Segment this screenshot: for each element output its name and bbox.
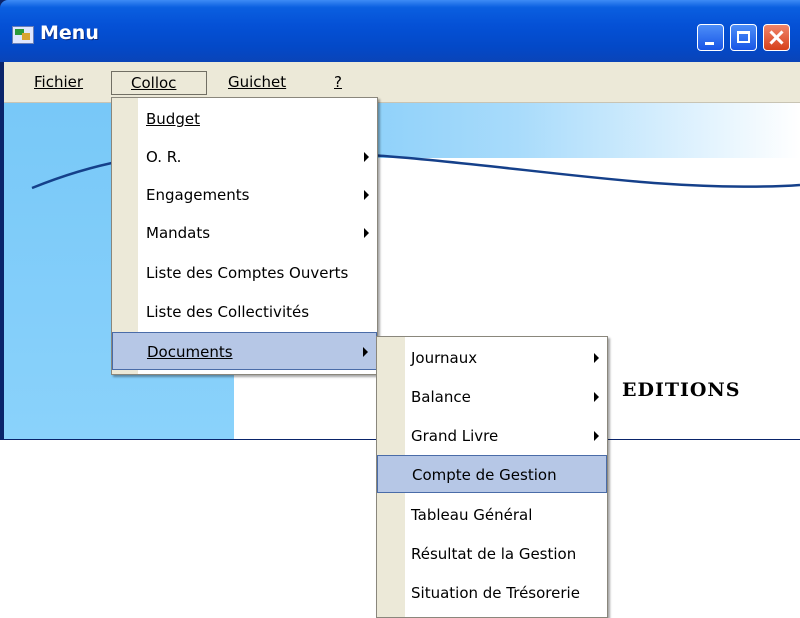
- menu-item-mandats[interactable]: Mandats: [112, 214, 377, 252]
- close-button[interactable]: [763, 24, 790, 51]
- menu-item-journaux[interactable]: Journaux: [377, 339, 607, 377]
- menu-item-label: Grand Livre: [411, 427, 499, 445]
- app-icon[interactable]: [12, 26, 34, 44]
- menu-item-balance[interactable]: Balance: [377, 378, 607, 416]
- editions-heading: EDITIONS: [622, 379, 741, 401]
- submenu-arrow-icon: [364, 190, 369, 200]
- menu-item-liste-comptes[interactable]: Liste des Comptes Ouverts: [112, 254, 377, 292]
- menu-guichet[interactable]: Guichet: [220, 71, 294, 95]
- menu-item-grand-livre[interactable]: Grand Livre: [377, 417, 607, 455]
- menu-item-label: Engagements: [146, 186, 250, 204]
- submenu-arrow-icon: [594, 353, 599, 363]
- menu-item-situation-tresorerie[interactable]: Situation de Trésorerie: [377, 574, 607, 612]
- minimize-button[interactable]: [697, 24, 724, 51]
- menu-colloc[interactable]: Colloc: [111, 71, 207, 95]
- menu-help-label: ?: [334, 73, 342, 91]
- menu-item-or[interactable]: O. R.: [112, 138, 377, 176]
- menu-item-label: Budget: [146, 110, 200, 128]
- submenu-arrow-icon: [594, 431, 599, 441]
- menu-item-label: O. R.: [146, 148, 182, 166]
- menu-item-engagements[interactable]: Engagements: [112, 176, 377, 214]
- menu-item-tableau-general[interactable]: Tableau Général: [377, 496, 607, 534]
- title-bar[interactable]: Menu: [0, 0, 800, 62]
- menu-item-label: Liste des Collectivités: [146, 303, 310, 321]
- menu-guichet-label: Guichet: [228, 73, 287, 91]
- menu-item-budget[interactable]: Budget: [112, 100, 377, 138]
- menu-item-label: Liste des Comptes Ouverts: [146, 264, 349, 282]
- menu-item-label: Documents: [147, 343, 233, 361]
- menu-item-label: Compte de Gestion: [412, 466, 557, 484]
- submenu-arrow-icon: [364, 228, 369, 238]
- menu-help[interactable]: ?: [326, 71, 350, 95]
- menu-item-label: Tableau Général: [411, 506, 533, 524]
- maximize-button[interactable]: [730, 24, 757, 51]
- menu-item-documents[interactable]: Documents: [112, 332, 377, 370]
- submenu-arrow-icon: [594, 392, 599, 402]
- submenu-arrow-icon: [364, 152, 369, 162]
- menu-item-compte-de-gestion[interactable]: Compte de Gestion: [377, 455, 607, 493]
- menu-item-liste-collectivites[interactable]: Liste des Collectivités: [112, 293, 377, 331]
- window-title: Menu: [40, 22, 99, 44]
- menu-fichier[interactable]: Fichier: [26, 71, 91, 95]
- menu-item-label: Balance: [411, 388, 471, 406]
- menu-item-label: Résultat de la Gestion: [411, 545, 577, 563]
- menu-fichier-label: Fichier: [34, 73, 84, 91]
- submenu-arrow-icon: [363, 347, 368, 357]
- menu-item-label: Mandats: [146, 224, 211, 242]
- documents-submenu: Journaux Balance Grand Livre Compte de G…: [376, 336, 608, 618]
- colloc-dropdown: Budget O. R. Engagements Mandats Liste d…: [111, 97, 378, 375]
- menu-item-resultat-gestion[interactable]: Résultat de la Gestion: [377, 535, 607, 573]
- menu-item-label: Journaux: [411, 349, 478, 367]
- menu-colloc-label: Colloc: [131, 74, 177, 92]
- menu-item-label: Situation de Trésorerie: [411, 584, 580, 602]
